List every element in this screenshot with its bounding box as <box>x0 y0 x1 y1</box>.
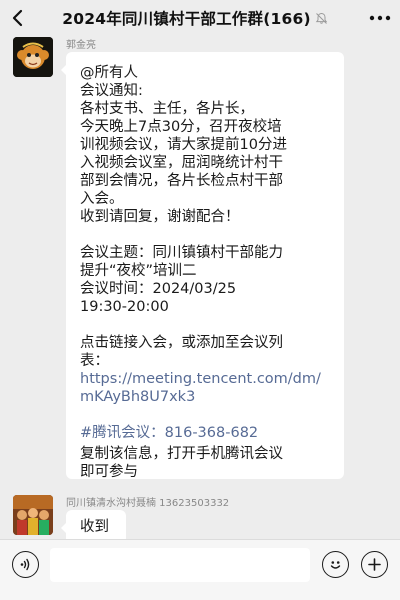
message-line: 会议主题：同川镇镇村干部能力 <box>80 245 283 261</box>
chat-area[interactable]: 郭金亮 @所有人 会议通知: 各村支书、主任，各片长， 今天晚上7点30分，召开… <box>0 36 400 539</box>
message-line: 提升“夜校”培训二 <box>80 263 197 279</box>
group-photo-avatar-icon <box>13 495 53 535</box>
bell-off-icon <box>315 12 328 25</box>
chevron-left-icon <box>12 9 23 27</box>
voice-icon <box>20 558 30 571</box>
message-line: 复制该信息，打开手机腾讯会议 <box>80 446 283 462</box>
plus-icon <box>368 558 381 571</box>
back-button[interactable] <box>0 0 36 36</box>
message-line: 入视频会议室，屈润晓统计村干 <box>80 155 283 171</box>
message-line: 入会。 <box>80 191 124 207</box>
message-bubble[interactable]: @所有人 会议通知: 各村支书、主任，各片长， 今天晚上7点30分，召开夜校培 … <box>61 52 344 480</box>
emoji-icon <box>330 561 341 569</box>
message-line: 会议通知: <box>80 83 143 99</box>
message-line: 今天晚上7点30分，召开夜校培 <box>80 119 282 135</box>
sender-name: 郭金亮 <box>66 40 96 51</box>
message-line: 会议时间：2024/03/25 <box>80 281 237 297</box>
message-line: 即可参与 <box>80 464 138 480</box>
message-line: 各村支书、主任，各片长， <box>80 101 254 117</box>
more-dots-icon <box>369 15 391 21</box>
message-line: 部到会情况，各片长检点村干部 <box>80 173 283 189</box>
avatar[interactable] <box>13 37 53 77</box>
message-bubble[interactable]: 收到 <box>61 510 126 539</box>
voice-button[interactable] <box>12 551 39 578</box>
monkey-avatar-icon <box>13 37 53 77</box>
avatar[interactable] <box>13 495 53 535</box>
sender-name: 同川镇清水沟村聂楠 13623503332 <box>66 498 230 509</box>
meeting-link[interactable]: mKAyBh8U7xk3 <box>80 388 195 406</box>
message-line: 收到 <box>80 519 109 535</box>
more-button[interactable] <box>360 0 400 36</box>
title-wrap: 2024年同川镇村干部工作群(166) <box>36 7 360 29</box>
message-line: 收到请回复，谢谢配合！ <box>80 209 240 225</box>
message-line: 训视频会议，请大家提前10分进 <box>80 137 287 153</box>
title-bar: 2024年同川镇村干部工作群(166) <box>0 0 400 36</box>
meeting-link[interactable]: https://meeting.tencent.com/dm/ <box>80 370 321 388</box>
message-line: 表： <box>80 353 109 369</box>
message-line: 19:30-20:00 <box>80 299 169 315</box>
message-line: @所有人 <box>80 65 138 81</box>
emoji-button[interactable] <box>322 551 349 578</box>
message-input[interactable] <box>50 548 310 582</box>
meeting-id-tag[interactable]: #腾讯会议：816-368-682 <box>80 424 258 442</box>
chat-title: 2024年同川镇村干部工作群(166) <box>62 10 311 28</box>
message-line: 点击链接入会，或添加至会议列 <box>80 335 283 351</box>
add-button[interactable] <box>361 551 388 578</box>
input-bar <box>0 539 400 600</box>
